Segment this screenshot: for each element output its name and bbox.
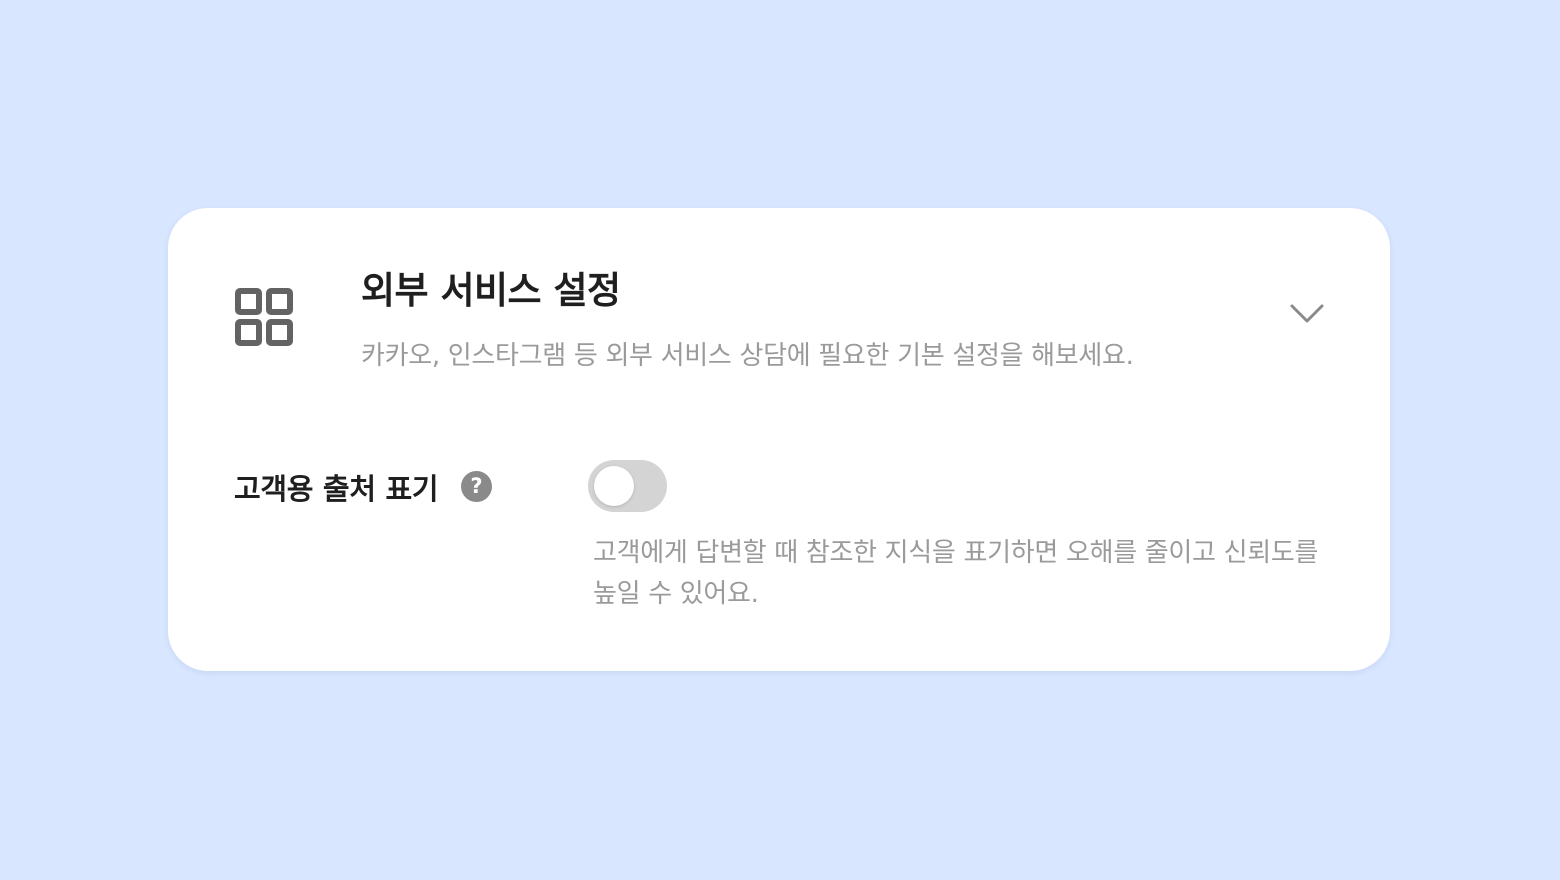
grid-icon xyxy=(235,288,293,346)
section-title: 외부 서비스 설정 xyxy=(361,269,621,312)
section-header[interactable]: 외부 서비스 설정 카카오, 인스타그램 등 외부 서비스 상담에 필요한 기본… xyxy=(168,208,1390,398)
question-icon[interactable]: ? xyxy=(461,471,492,502)
source-display-toggle[interactable] xyxy=(588,460,667,512)
toggle-knob xyxy=(594,466,634,506)
chevron-down-icon[interactable] xyxy=(1289,303,1325,325)
section-subtitle: 카카오, 인스타그램 등 외부 서비스 상담에 필요한 기본 설정을 해보세요. xyxy=(361,341,1134,371)
source-display-label: 고객용 출처 표기 xyxy=(234,472,439,506)
source-display-description: 고객에게 답변할 때 참조한 지식을 표기하면 오해를 줄이고 신뢰도를 높일 … xyxy=(593,538,1319,609)
settings-card: 외부 서비스 설정 카카오, 인스타그램 등 외부 서비스 상담에 필요한 기본… xyxy=(168,208,1390,671)
